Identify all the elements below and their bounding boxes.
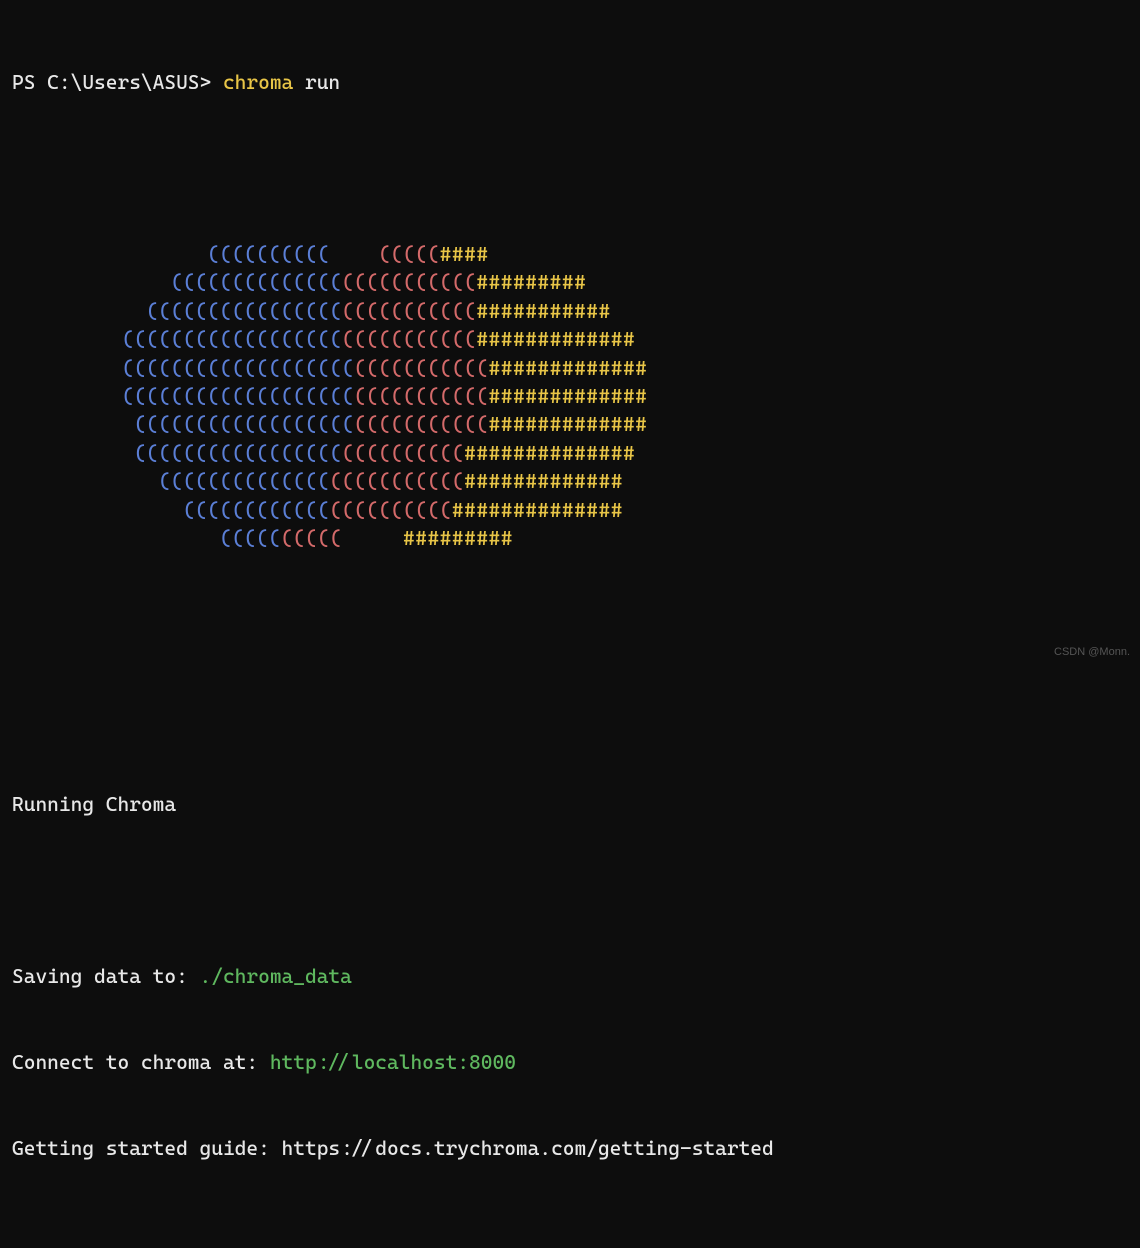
- connect-label: Connect to chroma at:: [12, 1050, 270, 1074]
- ascii-line-1: (((((((((((((((((((((((((#########: [12, 268, 1128, 296]
- saving-value: ./chroma_data: [200, 964, 352, 988]
- ascii-line-5: ((((((((((((((((((((((((((((((##########…: [12, 382, 1128, 410]
- ascii-line-8: (((((((((((((((((((((((((#############: [12, 467, 1128, 495]
- status-section: Running Chroma Saving data to: ./chroma_…: [12, 734, 1128, 1220]
- prompt-prefix: PS C:\Users\ASUS>: [12, 70, 223, 94]
- command-arg: run: [293, 70, 340, 94]
- command-name: chroma: [223, 70, 293, 94]
- connect-line: Connect to chroma at: http://localhost:8…: [12, 1048, 1128, 1076]
- guide-url: https://docs.trychroma.com/getting-start…: [282, 1136, 774, 1160]
- guide-line: Getting started guide: https://docs.tryc…: [12, 1134, 1128, 1162]
- saving-line: Saving data to: ./chroma_data: [12, 962, 1128, 990]
- ascii-line-7: (((((((((((((((((((((((((((#############…: [12, 439, 1128, 467]
- terminal-output[interactable]: PS C:\Users\ASUS> chroma run (((((((((( …: [12, 12, 1128, 1248]
- saving-label: Saving data to:: [12, 964, 200, 988]
- prompt-line: PS C:\Users\ASUS> chroma run: [12, 68, 1128, 96]
- ascii-line-10: (((((((((( #########: [12, 524, 1128, 552]
- ascii-line-9: ((((((((((((((((((((((##############: [12, 496, 1128, 524]
- ascii-line-4: ((((((((((((((((((((((((((((((##########…: [12, 354, 1128, 382]
- ascii-logo: (((((((((( (((((#### (((((((((((((((((((…: [12, 240, 1128, 552]
- ascii-line-6: (((((((((((((((((((((((((((((###########…: [12, 410, 1128, 438]
- connect-url: http://localhost:8000: [270, 1050, 516, 1074]
- ascii-line-2: (((((((((((((((((((((((((((###########: [12, 297, 1128, 325]
- watermark: CSDN @Monn.: [1054, 645, 1130, 660]
- running-title: Running Chroma: [12, 790, 1128, 818]
- blank-line: [12, 876, 1128, 904]
- ascii-line-3: (((((((((((((((((((((((((((((###########…: [12, 325, 1128, 353]
- ascii-line-0: (((((((((( (((((####: [12, 240, 1128, 268]
- guide-label: Getting started guide:: [12, 1136, 282, 1160]
